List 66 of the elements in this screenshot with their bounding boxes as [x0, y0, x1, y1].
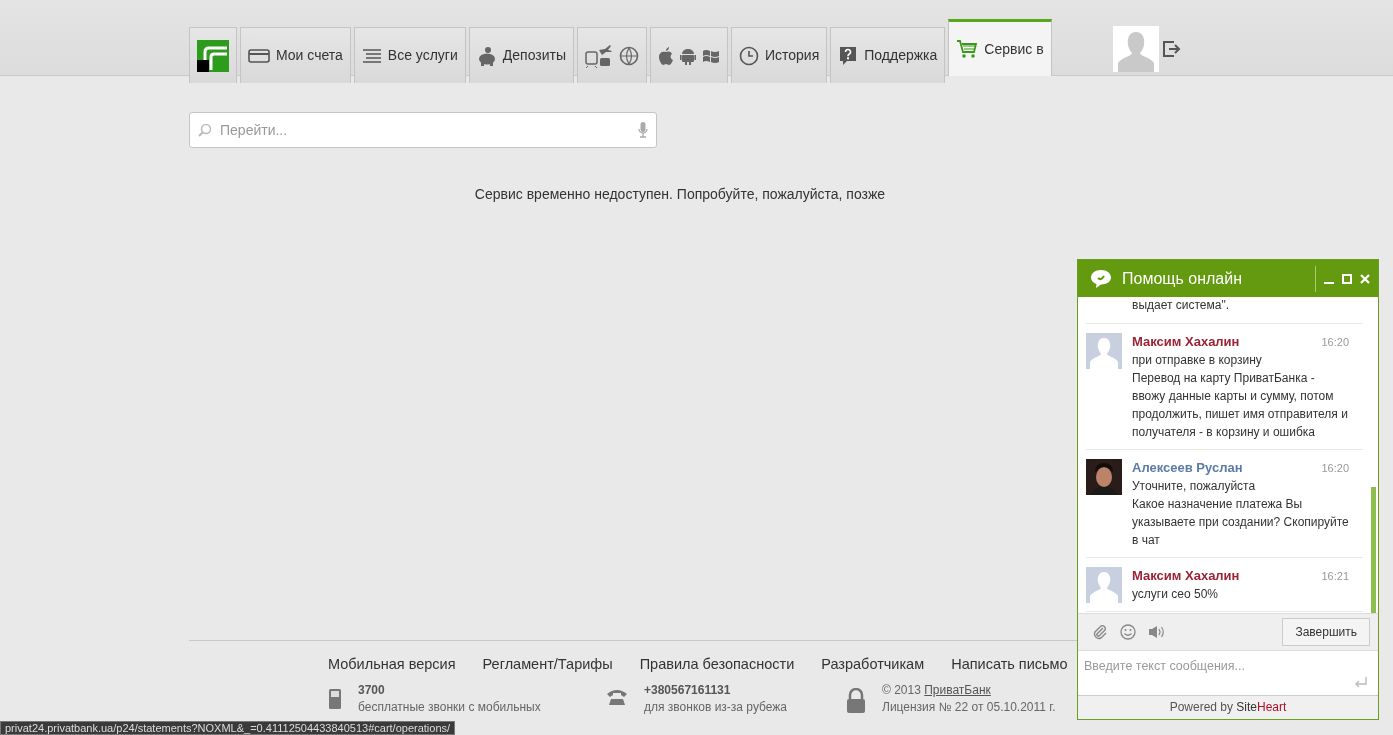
mobile-phone-icon [328, 687, 342, 710]
padlock-icon [846, 687, 866, 714]
user-photo [1086, 459, 1122, 495]
message-text: выдает система". [1132, 298, 1230, 312]
footer-link[interactable]: Мобильная версия [328, 654, 456, 676]
message-text: услуги сео 50% [1132, 586, 1219, 603]
apps-tab[interactable] [650, 27, 728, 83]
footer-note: для звонков из-за рубежа [644, 698, 787, 716]
scrollbar[interactable] [1371, 487, 1376, 613]
globe-icon [619, 45, 639, 66]
message-text: Перевод на карту ПриватБанка - ввожу данные карты и сумму, потом продолжить, пишет имя отправителя и получателя - в корзину и ошибка [1132, 370, 1349, 441]
author-name: Алексеев Руслан [1132, 459, 1243, 477]
avatar-placeholder [1086, 333, 1122, 369]
author-name: Максим Хахалин [1132, 333, 1240, 351]
footer-link[interactable]: Правила безопасности [639, 654, 795, 676]
nav-tab[interactable]: Сервис в [948, 19, 1052, 76]
copyright-text: © 2013 [882, 682, 921, 697]
windows-icon [702, 47, 720, 64]
apps-tab[interactable] [577, 27, 647, 83]
footer-note: Лицензия № 22 от 05.10.2011 г. [882, 698, 1056, 716]
message-text: при отправке в корзину [1132, 352, 1263, 369]
question-icon [838, 45, 859, 66]
service-unavailable-message: Сервис временно недоступен. Попробуйте, пожалуйста, позже [474, 186, 886, 202]
telephone-icon [606, 687, 628, 706]
card-icon [248, 47, 270, 64]
enter-icon [1354, 677, 1368, 689]
home-tab[interactable] [189, 27, 237, 83]
nav-tab[interactable]: Мои счета [240, 27, 351, 83]
apple-icon [658, 46, 674, 65]
message-text: Уточните, пожалуйста [1132, 478, 1257, 495]
status-bar-url: privat24.privatbank.ua/p24/statements?NOXML&_=0.41112504433840513#cart/operations/ [0, 721, 456, 735]
message-time: 16:20 [1321, 335, 1349, 350]
message-text: Какое назначение платежа Вы указываете при создании? Скопируйте в чат [1132, 496, 1349, 549]
author-name: Максим Хахалин [1132, 567, 1240, 585]
search-field[interactable]: Перейти... [189, 112, 657, 148]
paperclip-icon[interactable] [1092, 624, 1108, 640]
android-icon [680, 46, 696, 65]
chat-bubble-icon [1090, 268, 1112, 289]
microphone-icon[interactable] [638, 122, 648, 138]
nav-tab[interactable]: Поддержка [830, 27, 946, 83]
nav-tab[interactable]: История [731, 27, 828, 83]
footer-link[interactable]: Написать письмо [951, 654, 1068, 676]
footer-link[interactable]: Регламент/Тарифы [482, 654, 613, 676]
chat-title: Помощь онлайн [1122, 268, 1242, 289]
message-time: 16:21 [1321, 569, 1349, 584]
phone-number: +380567161131 [644, 682, 731, 697]
nav-tab[interactable]: Депозиты [468, 27, 574, 83]
speaker-icon[interactable] [1148, 625, 1166, 639]
smiley-icon[interactable] [1120, 624, 1136, 640]
phone-number: 3700 [358, 682, 385, 697]
maximize-icon[interactable] [1342, 273, 1352, 284]
powered-by-text: Powered by SiteHeart [1169, 700, 1287, 714]
avatar-placeholder [1086, 567, 1122, 603]
close-icon[interactable] [1360, 273, 1370, 284]
bank-logo [197, 39, 229, 72]
nav-tab[interactable]: Все услуги [353, 27, 466, 83]
bank-link[interactable]: ПриватБанк [924, 682, 991, 697]
clock-icon [739, 45, 759, 66]
cart-icon [956, 39, 979, 59]
footer-link[interactable]: Разработчикам [821, 654, 925, 676]
logout-icon[interactable] [1162, 41, 1181, 57]
footer-note: бесплатные звонки с мобильных [358, 698, 541, 716]
list-icon [361, 47, 382, 64]
search-icon [198, 123, 212, 137]
message-time: 16:20 [1321, 461, 1349, 476]
finish-button[interactable]: Завершить [1282, 618, 1370, 646]
